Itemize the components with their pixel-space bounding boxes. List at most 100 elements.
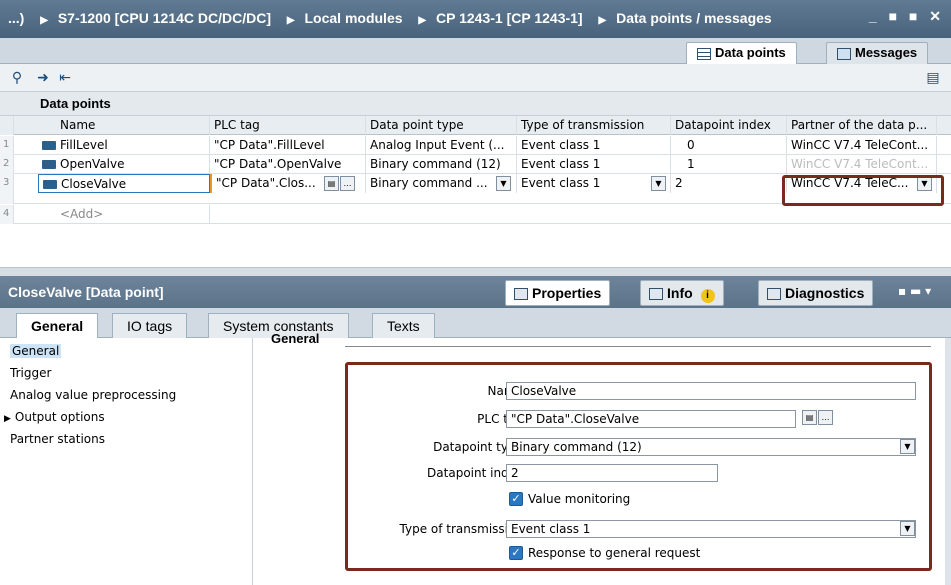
breadcrumb-item-data-points[interactable]: Data points / messages bbox=[616, 10, 772, 26]
breadcrumb-item-local-modules[interactable]: Local modules bbox=[305, 10, 403, 26]
table-title: Data points bbox=[0, 92, 951, 116]
tab-general[interactable]: General bbox=[16, 313, 99, 339]
transmission-cell[interactable]: Event class 1 ▼ bbox=[517, 174, 671, 193]
tab-diagnostics[interactable]: Diagnostics bbox=[758, 280, 874, 306]
tab-data-points[interactable]: Data points bbox=[686, 42, 797, 64]
add-row[interactable]: 4 <Add> bbox=[0, 205, 951, 224]
scrollbar[interactable] bbox=[945, 338, 951, 585]
index-cell[interactable]: 2 bbox=[671, 174, 787, 193]
tab-properties[interactable]: Properties bbox=[505, 280, 611, 306]
chevron-down-icon[interactable]: ▼ bbox=[900, 439, 915, 454]
tag-list-icon[interactable]: ▤ bbox=[802, 410, 817, 425]
diagnostics-icon bbox=[767, 288, 781, 301]
section-divider bbox=[345, 346, 931, 347]
nav-item-analog-preprocessing[interactable]: Analog value preprocessing bbox=[10, 388, 176, 402]
table-row[interactable]: 2 OpenValve "CP Data".OpenValve Binary c… bbox=[0, 155, 951, 174]
datapoint-icon bbox=[43, 180, 57, 189]
section-title: General bbox=[271, 331, 320, 346]
export-arrow-icon[interactable]: ➜ bbox=[34, 69, 52, 87]
row-number: 4 bbox=[0, 205, 14, 224]
name-cell[interactable]: FillLevel bbox=[38, 136, 210, 155]
transmission-cell[interactable]: Event class 1 bbox=[517, 136, 671, 155]
chevron-down-icon[interactable]: ▼ bbox=[496, 176, 511, 191]
nav-item-output-options[interactable]: ▶ Output options bbox=[4, 410, 105, 424]
datapoint-icon bbox=[42, 160, 56, 169]
inspector-header: CloseValve [Data point] Properties Info … bbox=[0, 276, 951, 308]
tag-list-icon[interactable]: ▤ bbox=[324, 176, 339, 191]
breadcrumb-item-ellipsis[interactable]: ...) bbox=[8, 10, 24, 26]
property-tabs: General IO tags System constants Texts bbox=[0, 308, 951, 339]
datapoint-type-select[interactable]: Binary command (12) bbox=[506, 438, 916, 456]
nav-item-general[interactable]: General bbox=[10, 344, 62, 358]
partner-cell[interactable]: WinCC V7.4 TeleCont... bbox=[787, 155, 937, 174]
partner-cell[interactable]: WinCC V7.4 TeleCont... bbox=[787, 136, 937, 155]
column-header-name[interactable]: Name bbox=[38, 116, 210, 135]
column-header-datapoint-index[interactable]: Datapoint index bbox=[671, 116, 787, 135]
name-input[interactable]: CloseValve bbox=[506, 382, 916, 400]
breadcrumb-separator-icon: ▶ bbox=[40, 15, 48, 26]
window-controls[interactable]: _ ■ ■ ✕ bbox=[869, 8, 945, 25]
tab-messages[interactable]: Messages bbox=[826, 42, 929, 64]
highlight-frame bbox=[782, 175, 944, 206]
tag-settings-icon[interactable]: ⚲ bbox=[8, 69, 26, 87]
data-point-type-cell[interactable]: Binary command ... ▼ bbox=[366, 174, 517, 193]
tab-io-tags[interactable]: IO tags bbox=[112, 313, 188, 338]
table-toolbar: ⚲ ➜ ⇤ ▤ bbox=[0, 64, 951, 92]
chevron-down-icon[interactable]: ▼ bbox=[651, 176, 666, 191]
breadcrumb-item-cp[interactable]: CP 1243-1 [CP 1243-1] bbox=[436, 10, 583, 26]
general-request-checkbox[interactable]: ✓ bbox=[509, 546, 523, 560]
index-cell[interactable]: 1 bbox=[671, 155, 787, 174]
row-number: 3 bbox=[0, 174, 14, 204]
nav-item-trigger[interactable]: Trigger bbox=[10, 366, 51, 380]
plc-tag-cell[interactable]: "CP Data".Clos... ▤ … bbox=[210, 174, 366, 193]
plc-tag-cell[interactable]: "CP Data".OpenValve bbox=[210, 155, 366, 174]
data-point-type-cell[interactable]: Analog Input Event (... bbox=[366, 136, 517, 155]
transmission-cell[interactable]: Event class 1 bbox=[517, 155, 671, 174]
add-cell[interactable]: <Add> bbox=[38, 205, 210, 224]
datapoint-index-input[interactable]: 2 bbox=[506, 464, 718, 482]
title-bar: ...) ▶ S7-1200 [CPU 1214C DC/DC/DC] ▶ Lo… bbox=[0, 0, 951, 38]
column-header-plc-tag[interactable]: PLC tag bbox=[210, 116, 366, 135]
inspector-title: CloseValve [Data point] bbox=[8, 284, 164, 300]
breadcrumb: ...) ▶ S7-1200 [CPU 1214C DC/DC/DC] ▶ Lo… bbox=[8, 10, 778, 26]
properties-icon bbox=[514, 288, 528, 301]
property-nav: General Trigger Analog value preprocessi… bbox=[0, 338, 253, 585]
name-cell[interactable]: CloseValve bbox=[38, 174, 210, 193]
table-header-row: Name PLC tag Data point type Type of tra… bbox=[0, 116, 951, 135]
breadcrumb-item-cpu[interactable]: S7-1200 [CPU 1214C DC/DC/DC] bbox=[58, 10, 271, 26]
chevron-down-icon[interactable]: ▼ bbox=[900, 521, 915, 536]
breadcrumb-separator-icon: ▶ bbox=[418, 15, 427, 26]
value-monitoring-label: Value monitoring bbox=[528, 492, 631, 506]
tab-info[interactable]: Info i bbox=[640, 280, 724, 306]
name-cell[interactable]: OpenValve bbox=[38, 155, 210, 174]
column-header-data-point-type[interactable]: Data point type bbox=[366, 116, 517, 135]
column-header-transmission[interactable]: Type of transmission bbox=[517, 116, 671, 135]
nav-item-partner-stations[interactable]: Partner stations bbox=[10, 432, 105, 446]
info-badge-icon: i bbox=[700, 289, 715, 303]
view-tab-strip: Data points Messages bbox=[0, 38, 951, 64]
browse-button[interactable]: … bbox=[340, 176, 355, 191]
column-header-partner[interactable]: Partner of the data p... bbox=[787, 116, 937, 135]
general-request-label: Response to general request bbox=[528, 546, 701, 560]
breadcrumb-separator-icon: ▶ bbox=[286, 15, 295, 26]
transmission-select[interactable]: Event class 1 bbox=[506, 520, 916, 538]
overview-icon[interactable]: ▤ bbox=[924, 69, 942, 87]
tab-texts[interactable]: Texts bbox=[372, 313, 435, 338]
breadcrumb-separator-icon: ▶ bbox=[598, 15, 607, 26]
index-cell[interactable]: 0 bbox=[671, 136, 787, 155]
info-icon bbox=[649, 288, 663, 301]
splitter[interactable] bbox=[0, 267, 951, 276]
value-monitoring-checkbox[interactable]: ✓ bbox=[509, 492, 523, 506]
browse-button[interactable]: … bbox=[818, 410, 833, 425]
plc-tag-cell[interactable]: "CP Data".FillLevel bbox=[210, 136, 366, 155]
datapoint-icon bbox=[42, 141, 56, 150]
expand-arrow-icon[interactable]: ▶ bbox=[4, 414, 11, 424]
insert-arrow-icon[interactable]: ⇤ bbox=[56, 69, 74, 87]
plc-tag-input[interactable]: "CP Data".CloseValve bbox=[506, 410, 796, 428]
messages-icon bbox=[837, 47, 851, 60]
row-number: 1 bbox=[0, 136, 14, 155]
row-number: 2 bbox=[0, 155, 14, 174]
table-row[interactable]: 1 FillLevel "CP Data".FillLevel Analog I… bbox=[0, 136, 951, 155]
data-point-type-cell[interactable]: Binary command (12) bbox=[366, 155, 517, 174]
panel-controls[interactable]: ▪ ▬ ▾ bbox=[898, 284, 931, 298]
